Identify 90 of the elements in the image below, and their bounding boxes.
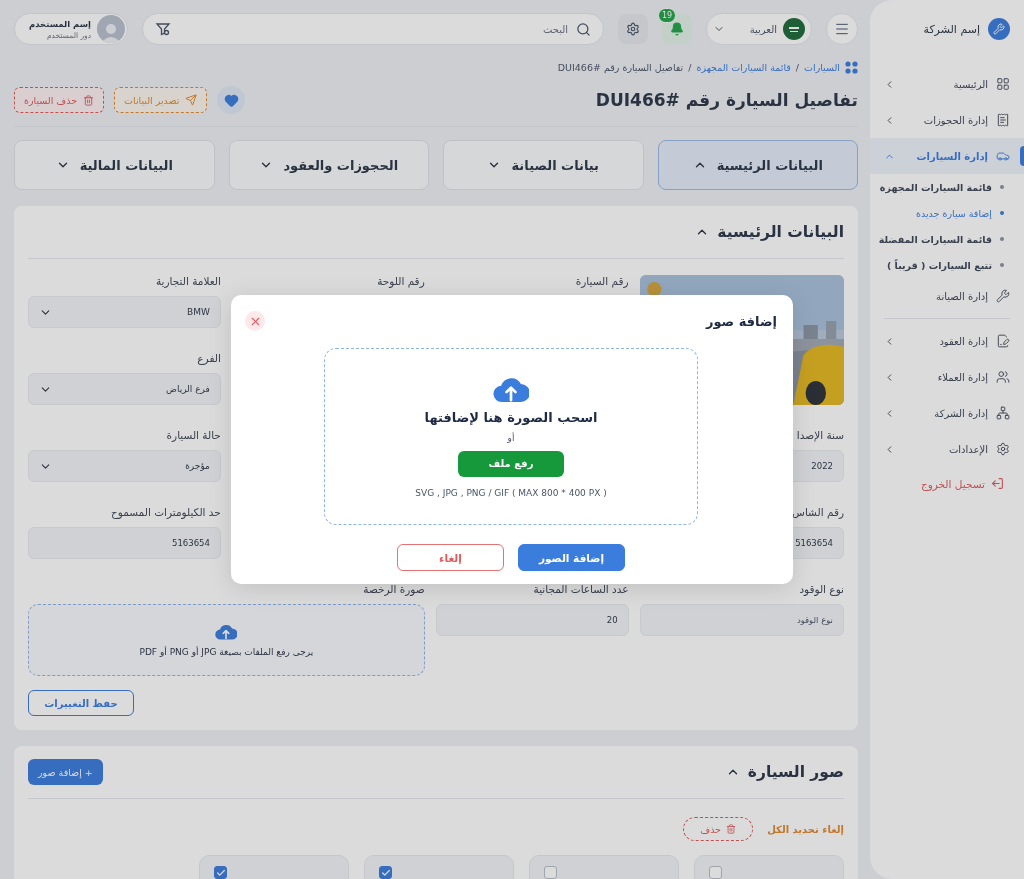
breadcrumb-current: تفاصيل السيارة رقم #DUI466 bbox=[557, 62, 684, 73]
section-title: البيانات الرئيسية bbox=[717, 223, 844, 241]
field-label: نوع الوقود bbox=[798, 583, 844, 596]
sidebar-item[interactable]: الإعدادات bbox=[870, 431, 1024, 467]
field-label: الفرع bbox=[196, 352, 221, 365]
check-icon bbox=[215, 867, 226, 878]
cloud-upload-icon bbox=[493, 375, 529, 404]
upload-area[interactable]: يرجى رفع الملفات بصيغة JPG أو PNG أو PDF bbox=[28, 604, 425, 676]
sidebar-subitem[interactable]: إضافة سيارة جديدة bbox=[870, 200, 1024, 226]
dialog-title: إضافة صور bbox=[705, 313, 777, 329]
add-photos-button[interactable]: إضافة الصور bbox=[518, 544, 625, 571]
bell-icon bbox=[670, 22, 684, 36]
field-label: رقم السيارة bbox=[574, 275, 629, 288]
select-field[interactable]: مؤجرة bbox=[28, 450, 221, 482]
checkbox[interactable] bbox=[214, 866, 227, 879]
input-field[interactable]: نوع الوقود bbox=[639, 604, 844, 636]
sidebar-item[interactable]: إدارة العقود bbox=[870, 323, 1024, 359]
menu-icon bbox=[834, 21, 850, 37]
field-label: العلامة التجارية bbox=[154, 275, 221, 288]
section-title: صور السيارة bbox=[747, 763, 844, 781]
check-icon bbox=[380, 867, 391, 878]
field-label: سنة الإصدا bbox=[795, 429, 844, 442]
users-icon bbox=[996, 370, 1010, 384]
section-tab[interactable]: بيانات الصيانة bbox=[443, 140, 644, 190]
sidebar-subitem[interactable]: قائمة السيارات المفضلة bbox=[870, 226, 1024, 252]
send-icon bbox=[185, 94, 198, 106]
save-button[interactable]: حفظ التغييرات bbox=[28, 690, 134, 716]
search-input[interactable]: البحث bbox=[177, 22, 570, 36]
logout-icon bbox=[991, 477, 1004, 490]
trash-icon bbox=[83, 94, 95, 106]
field-label: حالة السيارة bbox=[165, 429, 221, 442]
sidebar-subitem[interactable]: قائمة السيارات المجهزة bbox=[870, 174, 1024, 200]
input-field[interactable]: 5163654 bbox=[28, 527, 221, 559]
language-selector[interactable]: العربية bbox=[706, 13, 812, 45]
wrench-icon bbox=[996, 289, 1010, 303]
avatar bbox=[97, 15, 125, 43]
sidebar-item[interactable]: إدارة الحجوزات bbox=[870, 102, 1024, 138]
search-field[interactable]: البحث bbox=[142, 13, 604, 45]
menu-button[interactable] bbox=[826, 13, 858, 45]
select-field[interactable]: BMW bbox=[28, 296, 221, 328]
settings-icon bbox=[996, 442, 1010, 456]
upload-hint: يرجى رفع الملفات بصيغة JPG أو PNG أو PDF bbox=[139, 646, 314, 657]
page-title: تفاصيل السيارة رقم #DUI466 bbox=[595, 90, 858, 110]
checkbox[interactable] bbox=[709, 866, 722, 879]
filter-icon bbox=[155, 21, 171, 37]
field-label: عدد الساعات المجانية bbox=[532, 583, 629, 596]
receipt-icon bbox=[996, 113, 1010, 127]
or-text: أو bbox=[507, 432, 515, 443]
sidebar-item[interactable]: إدارة الصيانة bbox=[870, 278, 1024, 314]
field-label: صورة الرخصة bbox=[362, 583, 425, 596]
company-logo bbox=[988, 18, 1010, 40]
close-button[interactable] bbox=[245, 311, 265, 331]
search-icon bbox=[576, 21, 591, 37]
select-field[interactable]: فرع الرياض bbox=[28, 373, 221, 405]
field-label: حد الكيلومترات المسموح bbox=[109, 506, 221, 519]
car-icon bbox=[996, 149, 1010, 163]
active-indicator bbox=[1020, 146, 1024, 166]
cancel-button[interactable]: إلغاء bbox=[397, 544, 504, 571]
section-tab[interactable]: البيانات الرئيسية bbox=[657, 140, 858, 190]
upload-file-button[interactable]: رفع ملف bbox=[458, 450, 564, 477]
input-field[interactable]: 20 bbox=[435, 604, 629, 636]
sidebar-item[interactable]: إدارة الشركة bbox=[870, 395, 1024, 431]
breadcrumb-separator: / bbox=[795, 62, 800, 73]
breadcrumb-separator: / bbox=[688, 62, 692, 73]
checkbox[interactable] bbox=[544, 866, 557, 879]
network-icon bbox=[996, 406, 1010, 420]
checkbox[interactable] bbox=[379, 866, 392, 879]
settings-button[interactable] bbox=[618, 14, 648, 44]
sidebar-item[interactable]: الرئيسية bbox=[870, 66, 1024, 102]
field-label: رقم الشاس bbox=[791, 506, 844, 519]
section-tab[interactable]: البيانات المالية bbox=[14, 140, 215, 190]
company-name: إسم الشركة bbox=[923, 22, 980, 36]
settings-icon bbox=[626, 22, 640, 36]
favorite-button[interactable] bbox=[217, 86, 246, 114]
field-label: رقم اللوحة bbox=[376, 275, 425, 288]
grid-icon bbox=[996, 77, 1010, 91]
trash-icon bbox=[726, 824, 736, 834]
notification-count: 19 bbox=[658, 8, 677, 23]
grid-icon bbox=[845, 61, 858, 74]
section-tab[interactable]: الحجوزات والعقود bbox=[228, 140, 429, 190]
add-photos-button[interactable]: + إضافة صور bbox=[28, 759, 103, 785]
formats-text: SVG , JPG , PNG / GIF ( MAX 800 * 400 PX ) bbox=[415, 487, 607, 498]
drop-title: اسحب الصورة هنا لإضافتها bbox=[424, 409, 598, 425]
sidebar-subitem[interactable]: تتبع السيارات ( قريباً ) bbox=[870, 252, 1024, 278]
heart-icon bbox=[224, 92, 239, 108]
edit-file-icon bbox=[996, 334, 1010, 348]
user-name: إسم المستخدم bbox=[28, 18, 91, 29]
cloud-upload-icon bbox=[215, 623, 238, 641]
sidebar-item[interactable]: إدارة العملاء bbox=[870, 359, 1024, 395]
flag-icon bbox=[783, 18, 805, 40]
